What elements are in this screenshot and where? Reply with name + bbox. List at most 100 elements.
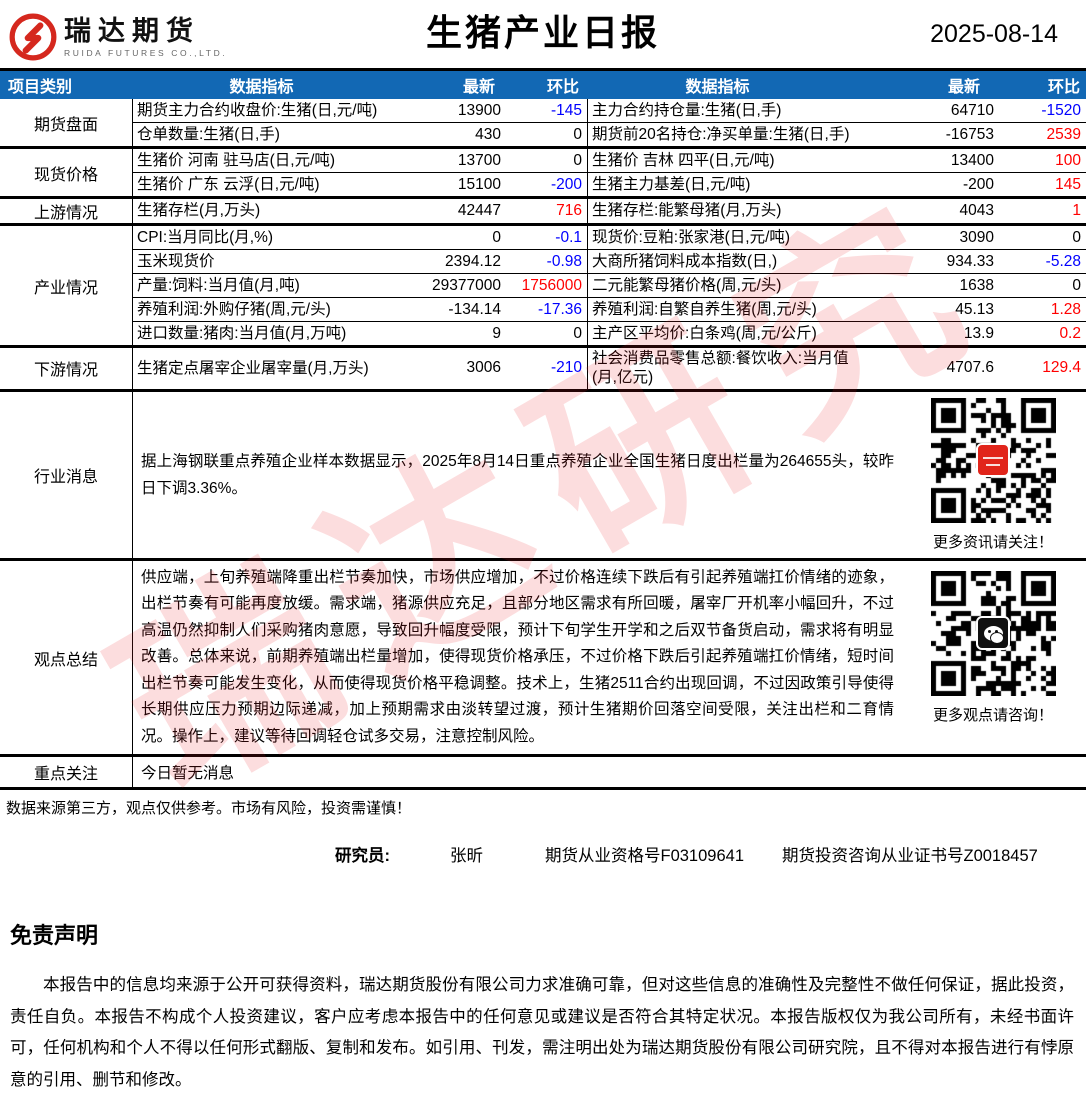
- page-title: 生猪产业日报: [425, 12, 660, 53]
- table-row: 进口数量:猪肉:当月值(月,万吨) 9 0 主产区平均价:白条鸡(周,元/公斤)…: [133, 322, 1086, 345]
- key-focus-text: 今日暂无消息: [141, 765, 235, 783]
- indicator-label: 主产区平均价:白条鸡(周,元/公斤): [592, 324, 817, 342]
- table-row: 仓单数量:生猪(日,手) 430 0 期货前20名持仓:净买单量:生猪(日,手)…: [133, 123, 1086, 146]
- table-section: 产业情况 CPI:当月同比(月,%) 0 -0.1 现货价:豆粕:张家港(日,元…: [0, 226, 1086, 348]
- mom-value: 1756000: [521, 276, 582, 294]
- mom-value: -0.1: [555, 228, 582, 246]
- category-label: 现货价格: [0, 149, 133, 196]
- indicator-label: CPI:当月同比(月,%): [137, 228, 274, 246]
- indicator-label: 生猪价 吉林 四平(日,元/吨): [592, 151, 775, 169]
- table-row: 养殖利润:外购仔猪(周,元/头) -134.14 -17.36 养殖利润:自繁自…: [133, 298, 1086, 322]
- disclaimer-section: 免责声明 本报告中的信息均来源于公开可获得资料，瑞达期货股份有限公司力求准确可靠…: [10, 918, 1074, 1096]
- mom-value: 0: [1072, 228, 1081, 246]
- mom-value: -1520: [1041, 101, 1081, 119]
- table-row: 生猪价 广东 云浮(日,元/吨) 15100 -200 生猪主力基差(日,元/吨…: [133, 173, 1086, 196]
- mom-value: 0: [573, 324, 582, 342]
- latest-value: 9: [492, 324, 501, 342]
- section-opinion-summary: 观点总结 供应端，上旬养殖端降重出栏节奏加快，市场供应增加，不过价格连续下跌后有…: [0, 560, 1086, 758]
- researcher-line: 研究员: 张昕 期货从业资格号F03109641 期货投资咨询从业证书号Z001…: [335, 842, 1086, 866]
- data-source-note: 数据来源第三方，观点仅供参考。市场有风险，投资需谨慎！: [6, 800, 412, 818]
- report-date: 2025-08-14: [930, 20, 1058, 48]
- indicator-label: 生猪存栏(月,万头): [137, 202, 261, 220]
- mom-value: -5.28: [1045, 252, 1081, 270]
- latest-value: -134.14: [448, 300, 501, 318]
- mom-value: 0: [573, 125, 582, 143]
- indicator-label: 玉米现货价: [137, 252, 215, 270]
- latest-value: 430: [475, 125, 501, 143]
- col-header-indicator: 数据指标: [229, 79, 294, 96]
- researcher-qualification: 期货从业资格号F03109641: [545, 847, 744, 866]
- col-header-mom: 环比: [546, 79, 579, 96]
- latest-value: 0: [492, 228, 501, 246]
- wechat-icon: [976, 616, 1010, 651]
- opinion-qr-caption: 更多观点请咨询！: [932, 707, 1053, 724]
- news-qr-column: 更多资讯请关注！: [900, 392, 1086, 558]
- indicator-label: 期货前20名持仓:净买单量:生猪(日,手): [592, 125, 850, 143]
- latest-value: 4043: [959, 202, 994, 219]
- latest-value: 1638: [959, 276, 994, 294]
- indicator-label: 社会消费品零售总额:餐饮收入:当月值(月,亿元): [592, 350, 849, 387]
- mom-value: 129.4: [1042, 359, 1081, 377]
- indicator-label: 生猪定点屠宰企业屠宰量(月,万头): [137, 359, 369, 377]
- mom-value: 1.28: [1050, 300, 1081, 318]
- table-section: 期货盘面 期货主力合约收盘价:生猪(日,元/吨) 13900 -145 主力合约…: [0, 99, 1086, 149]
- mom-value: 716: [556, 202, 582, 219]
- indicator-label: 生猪价 广东 云浮(日,元/吨): [137, 175, 320, 193]
- col-header-latest: 最新: [462, 79, 495, 96]
- opinion-summary-text: 供应端，上旬养殖端降重出栏节奏加快，市场供应增加，不过价格连续下跌后有引起养殖端…: [141, 568, 894, 745]
- indicator-label: 生猪主力基差(日,元/吨): [592, 175, 751, 193]
- table-row: 玉米现货价 2394.12 -0.98 大商所猪饲料成本指数(日,) 934.3…: [133, 250, 1086, 274]
- category-label: 重点关注: [0, 757, 133, 788]
- mom-value: 0: [1072, 276, 1081, 294]
- industry-news-text: 据上海钢联重点养殖企业样本数据显示，2025年8月14日重点养殖企业全国生猪日度…: [141, 452, 894, 497]
- latest-value: 64710: [950, 101, 994, 119]
- table-section: 下游情况 生猪定点屠宰企业屠宰量(月,万头) 3006 -210 社会消费品零售…: [0, 348, 1086, 392]
- disclaimer-title: 免责声明: [10, 923, 99, 949]
- section-rows: 生猪价 河南 驻马店(日,元/吨) 13700 0 生猪价 吉林 四平(日,元/…: [133, 149, 1086, 196]
- latest-value: 934.33: [946, 252, 994, 270]
- indicator-label: 主力合约持仓量:生猪(日,手): [592, 101, 782, 119]
- mom-value: 1: [1072, 202, 1081, 219]
- opinion-qr-column: 更多观点请咨询！: [900, 561, 1086, 755]
- latest-value: 2394.12: [444, 252, 501, 270]
- category-label: 行业消息: [0, 391, 133, 558]
- mom-value: 2539: [1046, 125, 1081, 143]
- indicator-label: 生猪存栏:能繁母猪(月,万头): [592, 202, 782, 220]
- table-row: 期货主力合约收盘价:生猪(日,元/吨) 13900 -145 主力合约持仓量:生…: [133, 99, 1086, 123]
- page-header: 瑞达期货 RUIDA FUTURES CO.,LTD. 生猪产业日报 2025-…: [0, 0, 1086, 68]
- mom-value: 0: [573, 151, 582, 169]
- mom-value: -0.98: [546, 252, 582, 270]
- table-header-row: 项目类别 数据指标 最新 环比 数据指标 最新 环比: [0, 71, 1086, 99]
- section-rows: 期货主力合约收盘价:生猪(日,元/吨) 13900 -145 主力合约持仓量:生…: [133, 99, 1086, 146]
- report-table: 项目类别 数据指标 最新 环比 数据指标 最新 环比 期货盘面 期货主力合约收盘…: [0, 68, 1086, 791]
- category-label: 产业情况: [0, 226, 133, 345]
- table-row: 产量:饲料:当月值(月,吨) 29377000 1756000 二元能繁母猪价格…: [133, 274, 1086, 298]
- section-rows: 生猪存栏(月,万头) 42447 716 生猪存栏:能繁母猪(月,万头) 404…: [133, 199, 1086, 223]
- mom-value: -200: [550, 175, 582, 193]
- table-row: 生猪存栏(月,万头) 42447 716 生猪存栏:能繁母猪(月,万头) 404…: [133, 199, 1086, 223]
- indicator-label: 大商所猪饲料成本指数(日,): [592, 252, 778, 270]
- col-header-category: 项目类别: [8, 79, 73, 96]
- disclaimer-body: 本报告中的信息均来源于公开可获得资料，瑞达期货股份有限公司力求准确可靠，但对这些…: [10, 976, 1074, 1089]
- researcher-name: 张昕: [450, 847, 483, 866]
- latest-value: 13900: [457, 101, 501, 119]
- latest-value: -200: [962, 175, 994, 193]
- news-qr-caption: 更多资讯请关注！: [932, 533, 1053, 551]
- indicator-label: 现货价:豆粕:张家港(日,元/吨): [592, 228, 791, 246]
- category-label: 期货盘面: [0, 99, 133, 146]
- category-label: 观点总结: [0, 560, 133, 755]
- indicator-label: 期货主力合约收盘价:生猪(日,元/吨): [137, 101, 378, 119]
- col-header-indicator-2: 数据指标: [685, 79, 750, 96]
- indicator-label: 养殖利润:外购仔猪(周,元/头): [137, 300, 331, 318]
- latest-value: 3006: [466, 359, 501, 377]
- latest-value: 13.9: [963, 324, 994, 342]
- section-rows: CPI:当月同比(月,%) 0 -0.1 现货价:豆粕:张家港(日,元/吨) 3…: [133, 226, 1086, 345]
- latest-value: 4707.6: [946, 359, 994, 377]
- col-header-latest-2: 最新: [947, 79, 980, 96]
- latest-value: 15100: [457, 175, 501, 193]
- category-label: 上游情况: [0, 199, 133, 223]
- latest-value: 42447: [457, 202, 501, 219]
- indicator-label: 二元能繁母猪价格(周,元/头): [592, 276, 782, 294]
- table-row: 生猪价 河南 驻马店(日,元/吨) 13700 0 生猪价 吉林 四平(日,元/…: [133, 149, 1086, 173]
- section-key-focus: 重点关注 今日暂无消息: [0, 757, 1086, 791]
